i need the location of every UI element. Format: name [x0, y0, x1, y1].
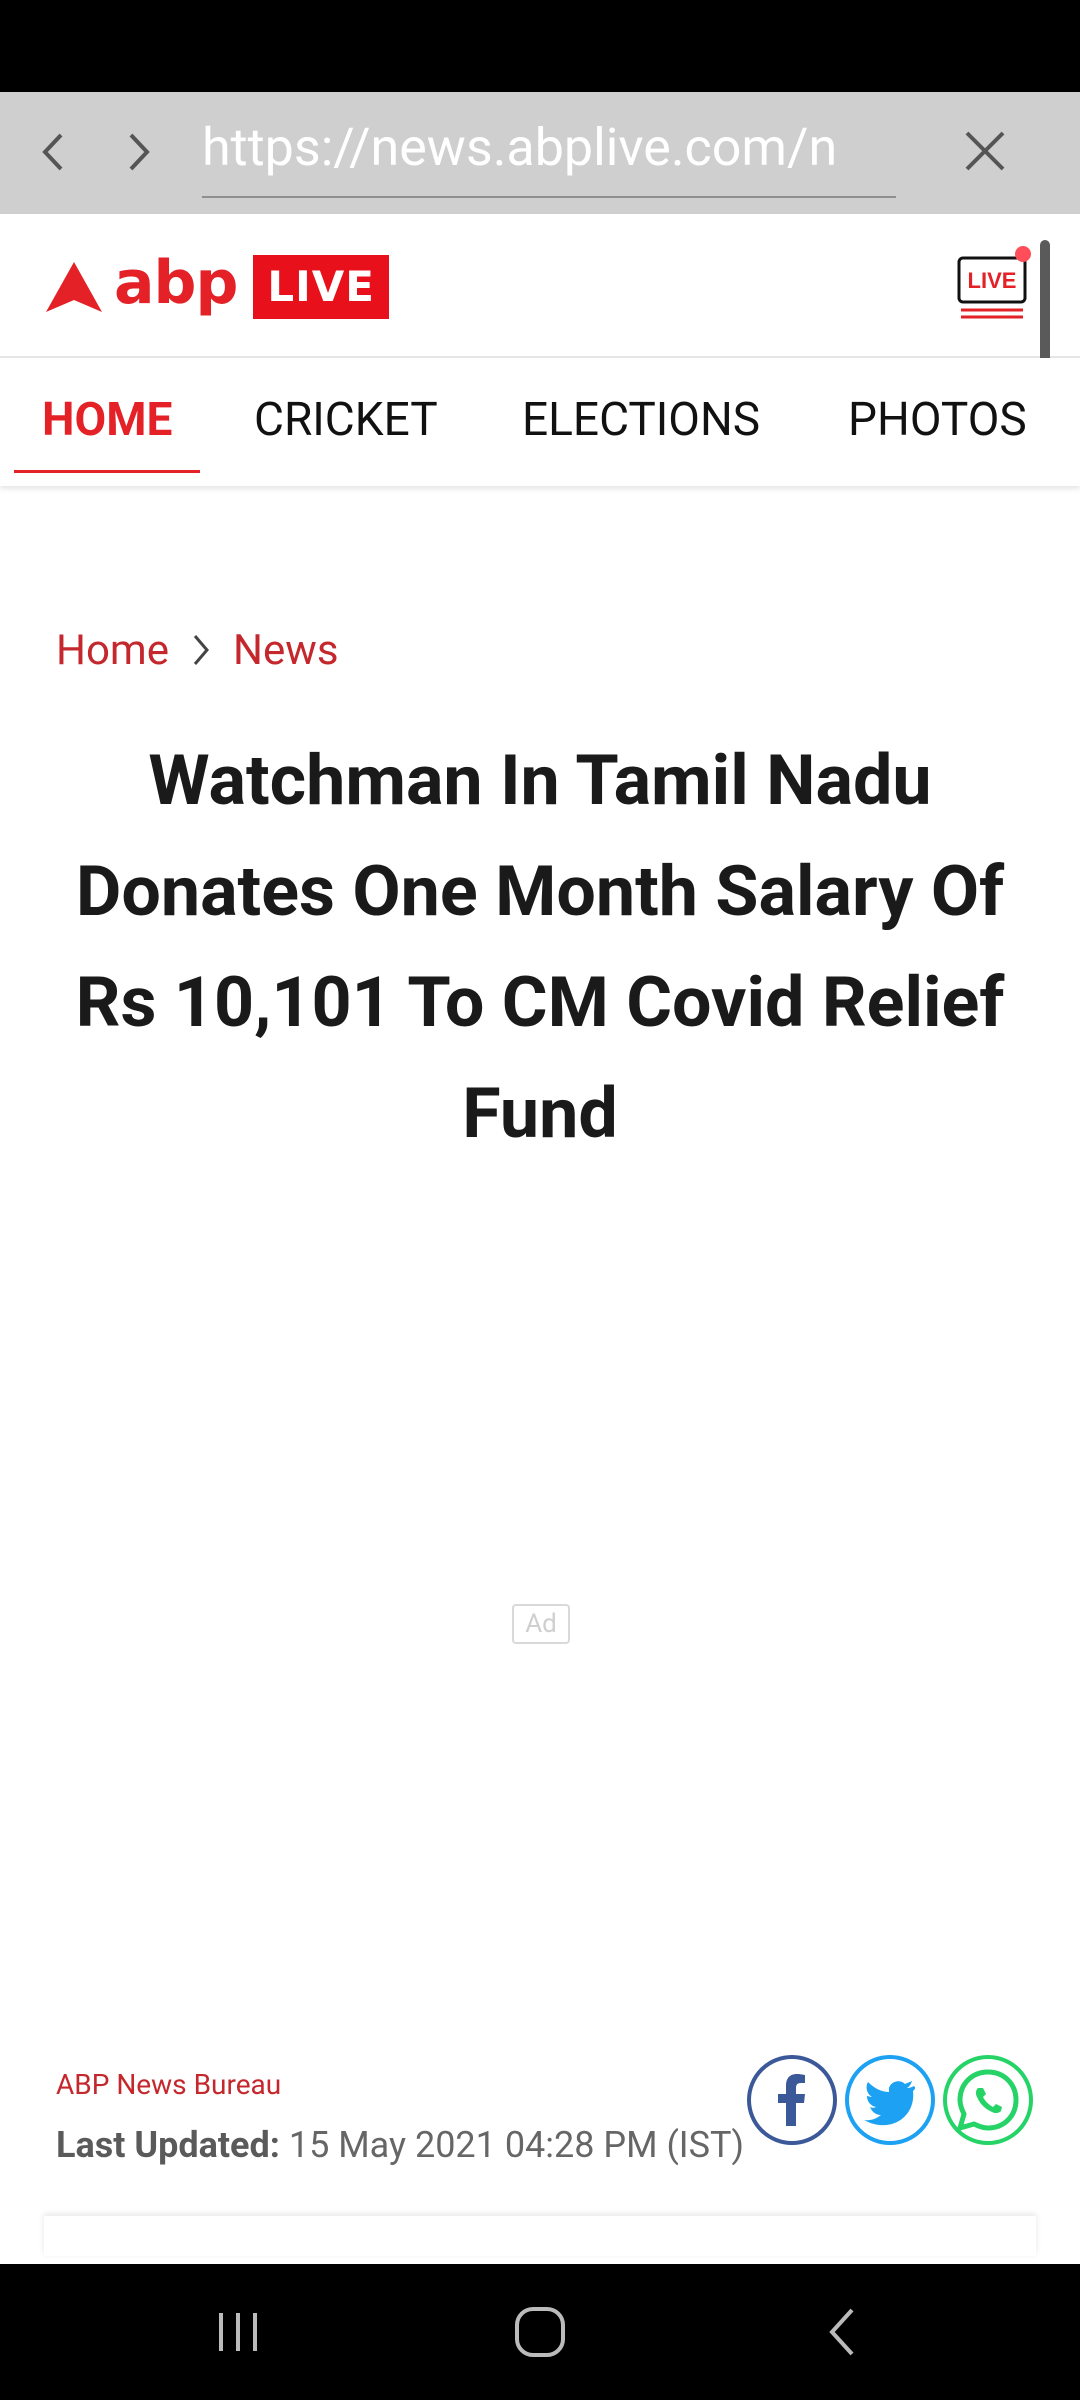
chevron-right-icon [129, 133, 150, 171]
status-bar [0, 0, 1080, 92]
site-header: abp LIVE LIVE [0, 214, 1080, 358]
close-icon [965, 131, 1005, 171]
close-browser-button[interactable] [950, 116, 1020, 186]
breadcrumb-news-link[interactable]: News [233, 626, 338, 675]
nav-item-cricket[interactable]: CRICKET [254, 358, 438, 470]
updated-label: Last Updated: [56, 2124, 280, 2166]
share-facebook-button[interactable] [746, 2054, 838, 2146]
facebook-icon [747, 2055, 837, 2145]
live-tv-button[interactable]: LIVE [955, 244, 1031, 324]
live-tv-icon: LIVE [957, 246, 1031, 319]
browser-toolbar: https://news.abplive.com/n [0, 92, 1080, 214]
abp-triangle-icon [46, 262, 102, 312]
nav-item-elections[interactable]: ELECTIONS [522, 358, 760, 470]
twitter-icon [845, 2055, 935, 2145]
recent-apps-icon [219, 2313, 257, 2351]
url-field[interactable]: https://news.abplive.com/n [202, 108, 896, 198]
system-back-button[interactable] [797, 2292, 887, 2372]
abp-live-logo[interactable]: abp LIVE [44, 252, 389, 322]
nav-item-photos[interactable]: PHOTOS [848, 358, 1027, 470]
browser-back-button[interactable] [20, 112, 84, 192]
back-arrow-icon [829, 2308, 854, 2356]
article-author[interactable]: ABP News Bureau [56, 2068, 281, 2101]
category-nav: HOME CRICKET ELECTIONS PHOTOS [0, 358, 1080, 486]
home-icon [515, 2307, 565, 2357]
live-tv-label: LIVE [968, 268, 1017, 293]
chevron-right-icon [191, 632, 211, 668]
breadcrumb-home-link[interactable]: Home [56, 626, 169, 675]
logo-text: abp [114, 248, 238, 318]
article-updated: Last Updated: 15 May 2021 04:28 PM (IST) [56, 2124, 744, 2166]
updated-value: 15 May 2021 04:28 PM (IST) [288, 2124, 744, 2166]
share-twitter-button[interactable] [844, 2054, 936, 2146]
home-button[interactable] [495, 2292, 585, 2372]
breadcrumb: Home News [56, 614, 339, 686]
browser-forward-button[interactable] [108, 112, 172, 192]
whatsapp-icon [943, 2055, 1033, 2145]
article-headline: Watchman In Tamil Nadu Donates One Month… [75, 740, 1005, 1155]
share-whatsapp-button[interactable] [942, 2054, 1034, 2146]
ad-label: Ad [512, 1604, 570, 1644]
article-body-card [44, 2216, 1036, 2256]
recent-apps-button[interactable] [193, 2292, 283, 2372]
system-nav-bar [0, 2264, 1080, 2400]
logo-live-badge: LIVE [253, 255, 389, 319]
nav-item-home[interactable]: HOME [14, 358, 201, 473]
chevron-left-icon [42, 133, 63, 171]
